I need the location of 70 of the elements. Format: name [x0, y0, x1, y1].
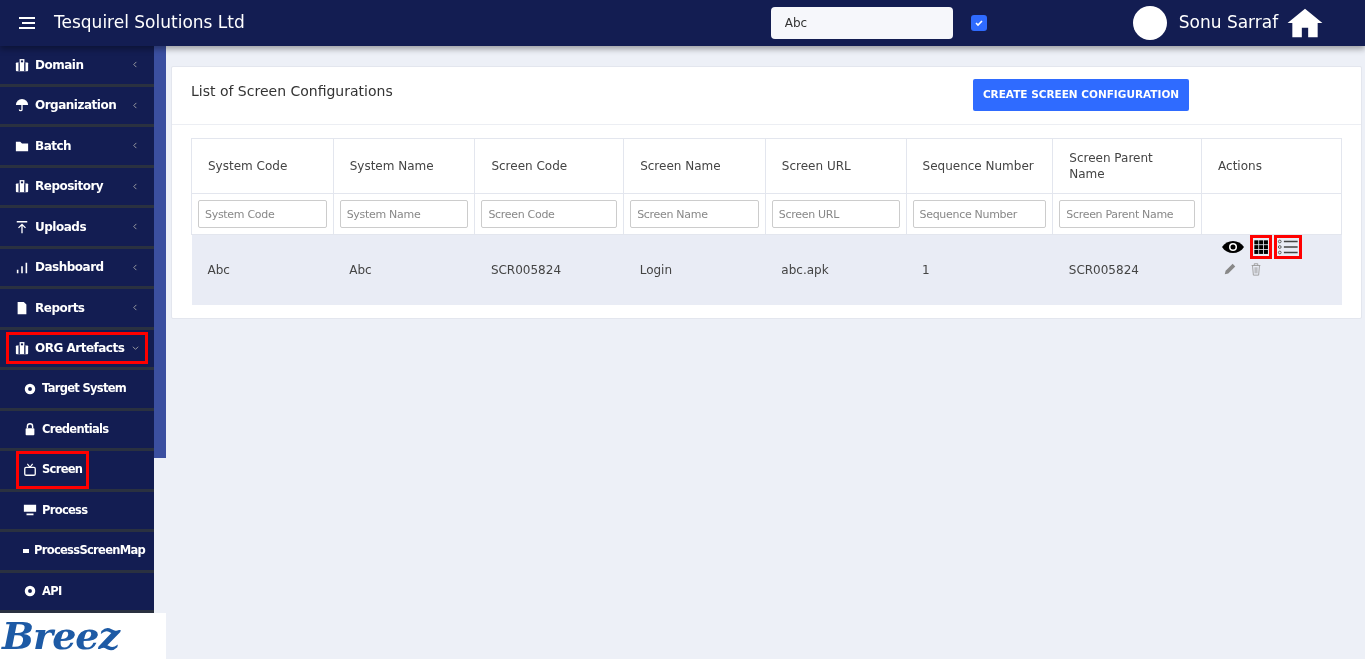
create-button[interactable]: CREATE SCREEN CONFIGURATION — [973, 79, 1189, 111]
scrollbar-thumb[interactable] — [154, 46, 166, 458]
sidebar-item[interactable]: Uploads — [6, 210, 148, 243]
table-cell: Login — [623, 234, 766, 305]
sidebar-subitem[interactable]: ProcessScreenMap — [16, 531, 153, 570]
table-cell: SCR005824 — [474, 234, 624, 305]
table-cell: Abc — [333, 234, 475, 305]
column-header: System Name — [333, 138, 475, 194]
filter-field[interactable]: System Code — [198, 200, 327, 228]
check-icon — [973, 18, 984, 28]
filter-field[interactable]: Screen Name — [630, 200, 759, 228]
filter-field[interactable]: Screen URL — [771, 200, 900, 228]
chevron-icon — [132, 344, 139, 352]
column-header: Screen URL — [765, 138, 907, 194]
column-header: Sequence Number — [906, 138, 1053, 194]
filter-field[interactable]: Sequence Number — [912, 200, 1047, 228]
sidebar-item[interactable]: Batch — [6, 129, 148, 162]
briefcase-icon — [15, 57, 29, 72]
briefcase-icon — [15, 341, 29, 356]
menu-icon[interactable] — [18, 16, 36, 30]
table-cell: abc.apk — [765, 234, 907, 305]
gear-icon — [23, 381, 37, 396]
file-icon — [15, 300, 29, 315]
column-header: System Code — [191, 138, 334, 194]
avatar[interactable] — [1132, 6, 1167, 40]
search-field[interactable]: Abc — [770, 7, 953, 39]
home-icon[interactable] — [1286, 7, 1325, 39]
sidebar-subitem[interactable]: Screen — [16, 450, 90, 489]
sidebar-item[interactable]: Domain — [6, 48, 148, 81]
sidebar-item[interactable]: ORG Artefacts — [6, 332, 148, 365]
card-title: List of Screen Configurations — [191, 82, 393, 101]
checkbox[interactable] — [970, 15, 987, 31]
chevron-icon — [132, 61, 139, 69]
table-cell: SCR005824 — [1052, 234, 1202, 305]
sidebar-subitem[interactable]: Credentials — [16, 410, 116, 449]
column-header: Screen Parent Name — [1052, 138, 1202, 194]
upload-icon — [15, 219, 29, 234]
table-cell: Abc — [191, 234, 334, 305]
sidebar-item[interactable]: Dashboard — [6, 251, 148, 284]
chevron-icon — [132, 142, 139, 150]
chevron-icon — [132, 101, 139, 109]
grid-icon[interactable] — [1249, 235, 1272, 259]
tv-icon — [23, 462, 37, 477]
user-name[interactable]: Sonu Sarraf — [1178, 10, 1279, 36]
filter-field[interactable]: Screen Parent Name — [1059, 200, 1196, 228]
sidebar-subitem[interactable]: Process — [16, 491, 95, 530]
filter-field[interactable]: Screen Code — [481, 200, 618, 228]
bar-chart-icon — [15, 260, 29, 275]
column-header: Screen Name — [623, 138, 766, 194]
umbrella-icon — [15, 98, 29, 113]
lock-icon — [23, 422, 37, 437]
sidebar-item[interactable]: Organization — [6, 89, 148, 122]
list-icon[interactable] — [1273, 235, 1302, 259]
table-cell: 1 — [906, 234, 1053, 305]
filter-field[interactable]: System Name — [339, 200, 469, 228]
chevron-icon — [132, 304, 139, 312]
monitor-icon — [23, 503, 37, 518]
company-title: Tesquirel Solutions Ltd — [54, 11, 245, 35]
sidebar-subitem[interactable]: Target System — [16, 369, 134, 408]
sidebar-item[interactable]: Repository — [6, 170, 148, 203]
column-header: Actions — [1201, 138, 1342, 194]
briefcase-icon — [15, 179, 29, 194]
breez-logo: Breez — [0, 613, 166, 659]
chevron-icon — [132, 182, 139, 190]
sidebar-subitem[interactable]: API — [16, 572, 69, 611]
chevron-icon — [132, 223, 139, 231]
column-header: Screen Code — [474, 138, 624, 194]
gear-icon — [23, 584, 37, 599]
chevron-icon — [132, 263, 139, 271]
sidebar-item[interactable]: Reports — [6, 291, 148, 324]
